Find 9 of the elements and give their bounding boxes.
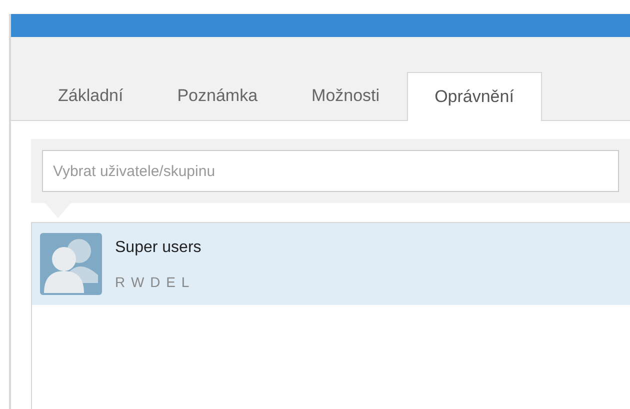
tab[interactable]: Možnosti <box>284 72 407 120</box>
tab[interactable]: Poznámka <box>150 72 285 120</box>
permission-letters: R W D E L <box>115 272 192 292</box>
user-name: Super users <box>115 238 202 258</box>
tab[interactable]: Základní <box>31 72 150 120</box>
search-field[interactable]: Vybrat uživatele/skupinu <box>42 150 619 192</box>
tab[interactable]: Oprávnění <box>406 72 542 121</box>
list-row[interactable]: Super users R W D E L <box>32 223 630 305</box>
user-group-icon <box>40 233 102 295</box>
